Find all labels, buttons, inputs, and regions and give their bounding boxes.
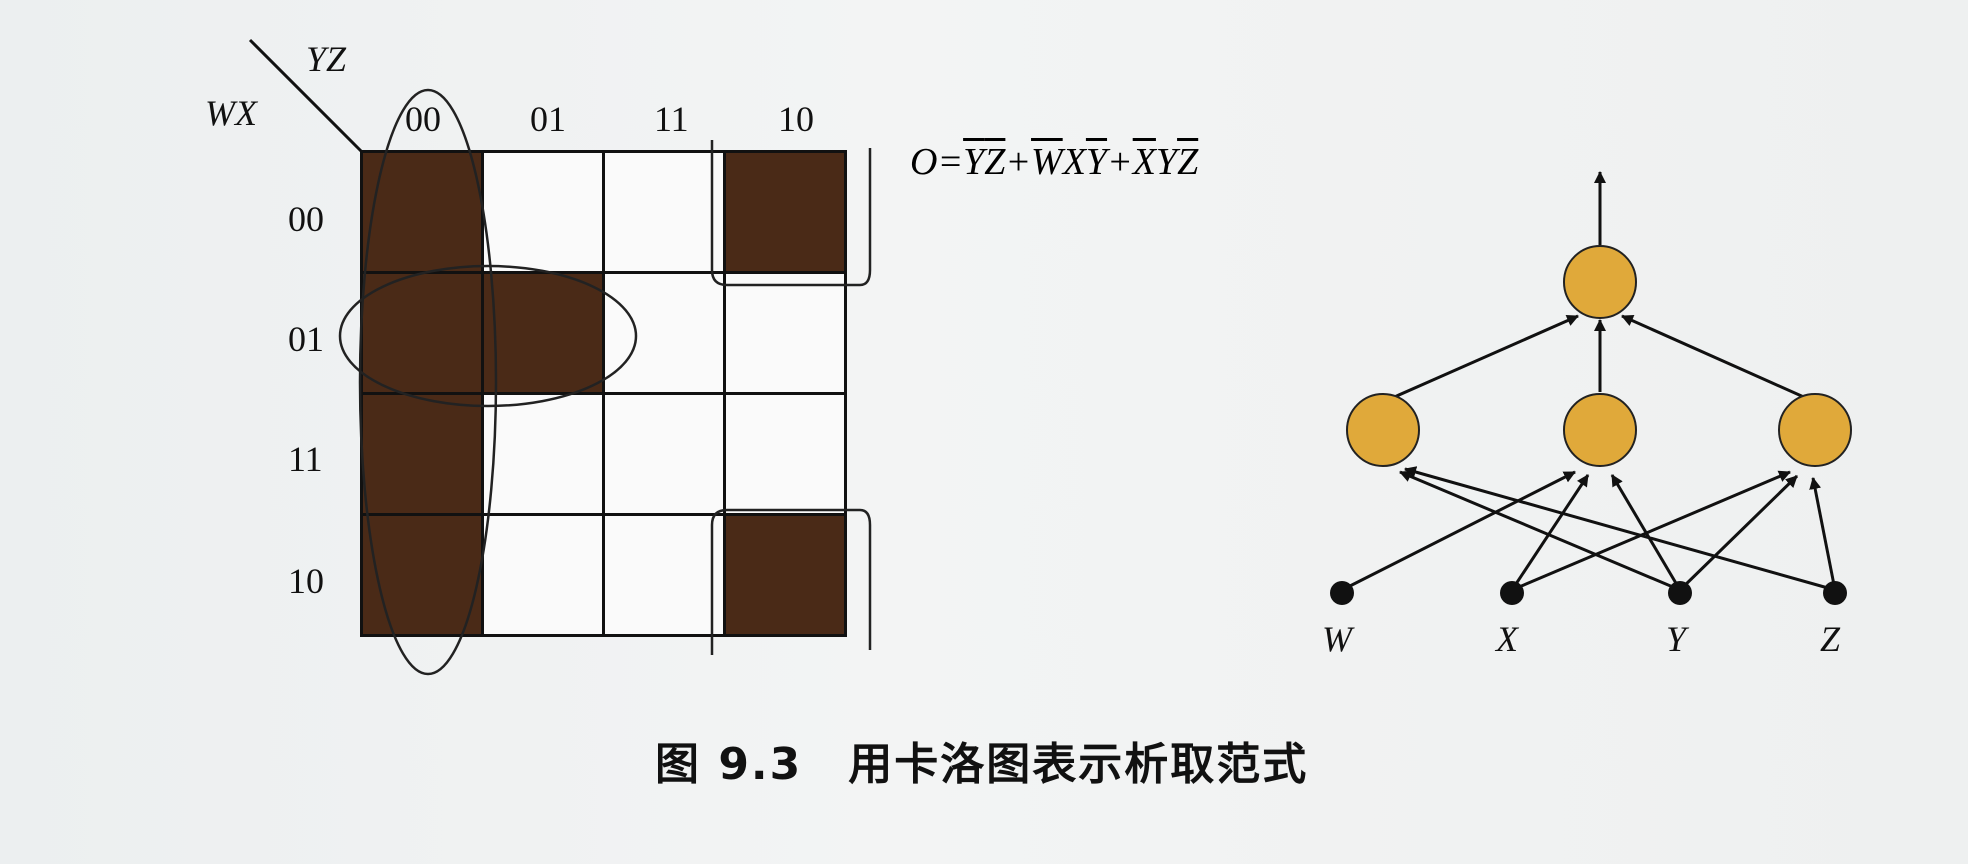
- edge-x-h3: [1511, 470, 1791, 592]
- input-node-x: [1500, 581, 1524, 605]
- hidden-node-3: [1778, 393, 1852, 467]
- output-node: [1563, 245, 1637, 319]
- edge-h1-out: [1382, 314, 1579, 404]
- edge-y-h2: [1610, 474, 1682, 591]
- input-node-y: [1668, 581, 1692, 605]
- input-node-w: [1330, 581, 1354, 605]
- hidden-node-2: [1563, 393, 1637, 467]
- hidden-node-1: [1346, 393, 1420, 467]
- input-label-y: Y: [1666, 619, 1687, 659]
- input-label-z: Z: [1820, 619, 1841, 659]
- edge-h3-out: [1621, 314, 1816, 404]
- input-label-x: X: [1496, 619, 1518, 659]
- edge-z-h3: [1809, 477, 1837, 591]
- figure-caption: 图 9.3 用卡洛图表示析取范式: [655, 739, 1309, 790]
- input-node-z: [1823, 581, 1847, 605]
- input-label-w: W: [1322, 619, 1352, 659]
